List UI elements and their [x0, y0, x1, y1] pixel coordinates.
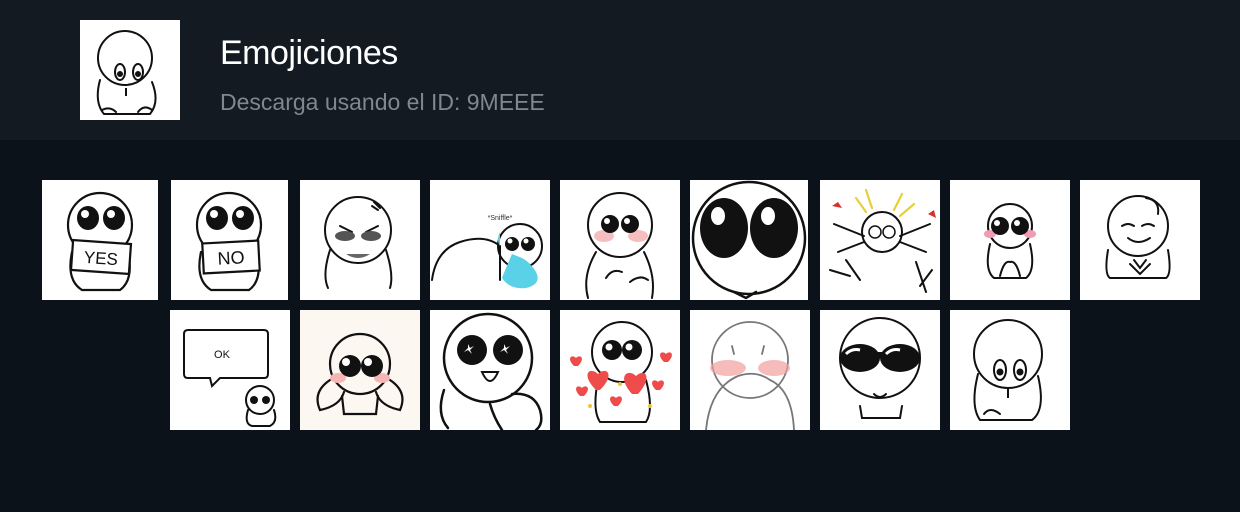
smug-smile-sticker[interactable]: [1080, 180, 1200, 300]
small-blush-sticker[interactable]: [950, 180, 1070, 300]
big-eyes-closeup-sticker[interactable]: [690, 180, 808, 300]
yes-sign-text: YES: [83, 248, 118, 269]
crying-sniffle-sticker[interactable]: *Sniffle*: [430, 180, 550, 300]
pack-header: Emojiciones Descarga usando el ID: 9MEEE: [0, 0, 1240, 140]
ok-speech-bubble-sticker[interactable]: OK: [170, 310, 290, 430]
excited-arms-sticker[interactable]: [820, 180, 940, 300]
yes-sign-sticker[interactable]: YES: [42, 180, 158, 300]
angry-sticker[interactable]: [300, 180, 420, 300]
blushing-hug-sticker[interactable]: [300, 310, 420, 430]
no-sign-text: NO: [217, 247, 245, 268]
hiding-face-sticker[interactable]: [690, 310, 810, 430]
speech-bubble-text: OK: [214, 349, 231, 361]
sunglasses-sticker[interactable]: [820, 310, 940, 430]
pack-title: Emojiciones: [220, 34, 398, 72]
sparkle-eyes-sticker[interactable]: [430, 310, 550, 430]
teary-blush-sticker[interactable]: [560, 180, 680, 300]
no-sign-sticker[interactable]: NO: [171, 180, 288, 300]
pack-download-id: Descarga usando el ID: 9MEEE: [220, 89, 545, 115]
shy-pout-sticker[interactable]: [950, 310, 1070, 430]
sniffle-text: *Sniffle*: [488, 215, 513, 222]
pack-cover-image: [80, 20, 180, 120]
hearts-sticker[interactable]: [560, 310, 680, 430]
shy-character-icon: [96, 30, 157, 115]
